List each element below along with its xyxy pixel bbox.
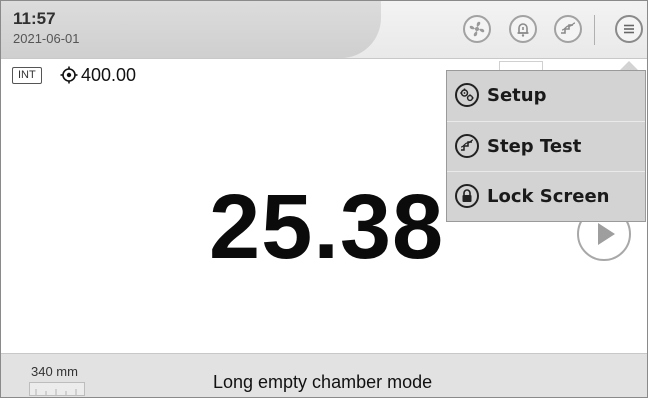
int-badge: INT <box>12 67 42 84</box>
target-icon <box>60 66 78 84</box>
ruler-scale <box>29 382 85 396</box>
setpoint-value: 400.00 <box>81 65 137 85</box>
menu-item-step-test[interactable]: Step Test <box>447 121 645 170</box>
menu-item-label: Setup <box>487 85 547 106</box>
menu-item-setup[interactable]: Setup <box>447 71 645 120</box>
app-window: 11:57 2021-06-01 INT 400.00 25.38 Setup … <box>0 0 648 398</box>
step-test-icon <box>455 134 479 158</box>
alarm-bell-icon[interactable] <box>509 15 537 43</box>
menu-icon[interactable] <box>615 15 643 43</box>
menu-item-label: Lock Screen <box>487 186 610 207</box>
mode-text: Long empty chamber mode <box>213 372 433 392</box>
header-divider <box>594 15 595 45</box>
date: 2021-06-01 <box>13 31 80 46</box>
datetime-panel: 11:57 2021-06-01 <box>1 1 381 58</box>
menu-item-lock-screen[interactable]: Lock Screen <box>447 171 645 220</box>
setup-gears-icon <box>455 83 479 107</box>
dropdown-menu: Setup Step Test Lock Screen <box>446 70 646 222</box>
footer-bar: 340 mm Long empty chamber mode <box>1 353 647 397</box>
clock: 11:57 <box>13 9 56 28</box>
step-test-icon[interactable] <box>554 15 582 43</box>
menu-item-label: Step Test <box>487 136 582 157</box>
distance-label: 340 mm <box>31 364 78 379</box>
header-bar: 11:57 2021-06-01 <box>1 1 647 59</box>
main-reading: 25.38 <box>209 176 445 278</box>
fan-icon[interactable] <box>463 15 491 43</box>
lock-icon <box>455 184 479 208</box>
